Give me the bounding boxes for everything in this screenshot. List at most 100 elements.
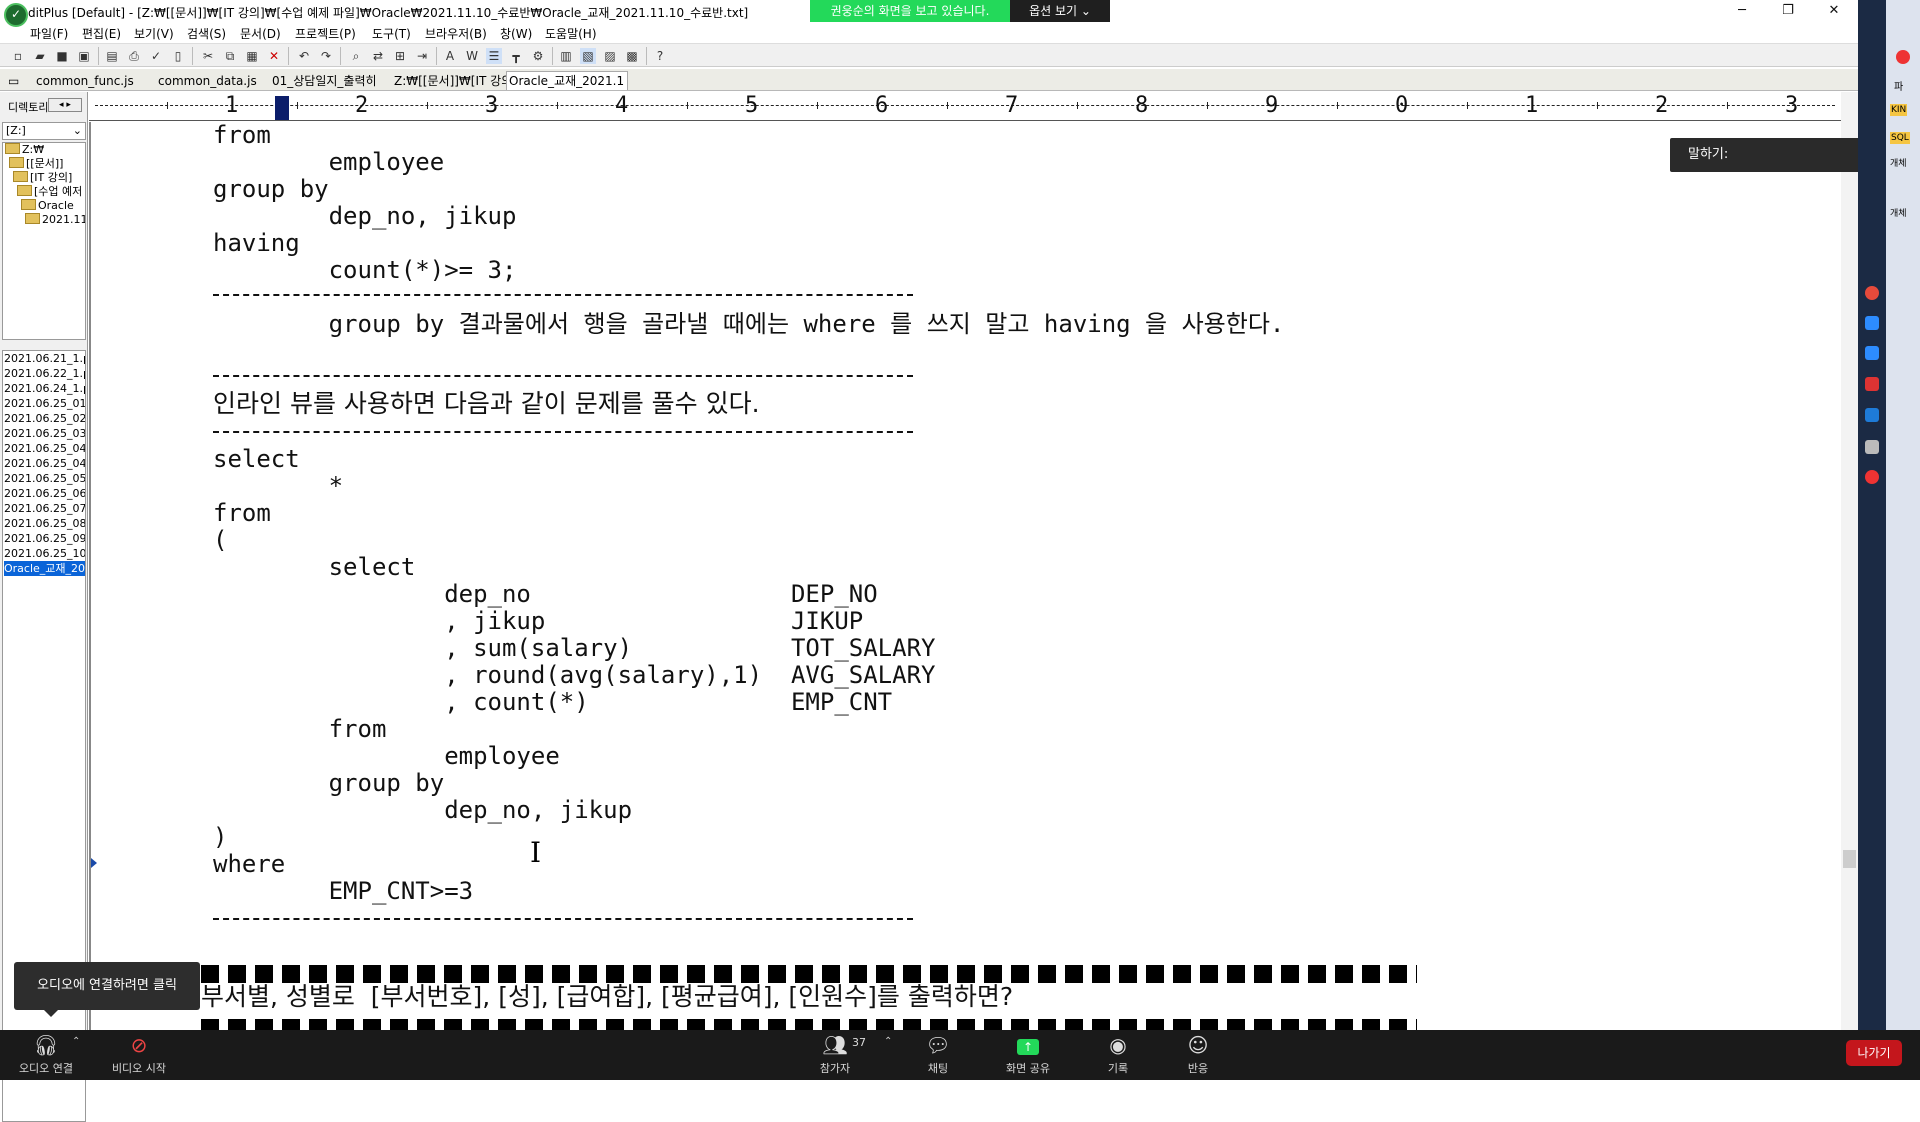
replace-icon[interactable]: ⇄ bbox=[370, 48, 386, 64]
menu-window[interactable]: 창(W) bbox=[500, 25, 532, 42]
vertical-scrollbar[interactable] bbox=[1841, 92, 1858, 1030]
redo-icon[interactable]: ↷ bbox=[318, 48, 334, 64]
print-preview-icon[interactable]: ▤ bbox=[104, 48, 120, 64]
scrollbar-thumb[interactable] bbox=[1843, 850, 1856, 868]
app-icon[interactable] bbox=[1865, 440, 1879, 454]
help-icon[interactable]: ? bbox=[652, 48, 668, 64]
ruler-tick bbox=[947, 102, 948, 109]
view-options-button[interactable]: 옵션 보기 ⌄ bbox=[1010, 0, 1110, 22]
ruler-icon[interactable]: ┳ bbox=[508, 48, 524, 64]
tree-node[interactable]: Z:₩ bbox=[5, 143, 44, 157]
record-button[interactable]: ◉ 기록 bbox=[1098, 1030, 1138, 1076]
code-line: dep_no DEP_NO bbox=[213, 580, 878, 608]
share-screen-button[interactable]: ↑ 화면 공유 bbox=[998, 1030, 1058, 1076]
menu-project[interactable]: 프로젝트(P) bbox=[295, 25, 356, 42]
ruler-tick bbox=[427, 102, 428, 109]
file-item[interactable]: 2021.06.25_10 bbox=[4, 546, 85, 561]
window-tile-icon[interactable]: ▥ bbox=[558, 48, 574, 64]
menu-browser[interactable]: 브라우저(B) bbox=[425, 25, 487, 42]
ruler-number: 1 bbox=[1525, 93, 1539, 118]
file-item[interactable]: 2021.06.25_01 bbox=[4, 396, 85, 411]
tree-node[interactable]: 2021.11 bbox=[25, 213, 85, 227]
menu-view[interactable]: 보기(V) bbox=[134, 25, 174, 42]
file-item[interactable]: 2021.06.25_05 bbox=[4, 471, 85, 486]
ruler-number: 7 bbox=[1005, 93, 1019, 118]
settings-icon[interactable] bbox=[1865, 470, 1879, 484]
save-all-icon[interactable]: ▣ bbox=[76, 48, 92, 64]
tab-common-data[interactable]: common_data.js bbox=[156, 72, 257, 90]
zoom-icon[interactable] bbox=[1865, 316, 1879, 330]
text-editor[interactable]: from employee group by dep_no, jikup hav… bbox=[89, 122, 1841, 1030]
menu-file[interactable]: 파일(F) bbox=[30, 25, 68, 42]
drive-select[interactable]: [Z:] ⌄ bbox=[2, 122, 86, 140]
font-icon[interactable]: A bbox=[442, 48, 458, 64]
menu-edit[interactable]: 편집(E) bbox=[82, 25, 121, 42]
new-file-icon[interactable]: ▫ bbox=[10, 48, 26, 64]
directory-panel: 디렉토리 ◂ ▸ [Z:] ⌄ Z:₩ [[문서]] [IT 강의] [수업 예저… bbox=[0, 92, 88, 1122]
file-item-selected[interactable]: Oracle_교재_20 bbox=[4, 561, 85, 576]
app-icon[interactable] bbox=[1865, 377, 1879, 391]
audio-button[interactable]: 🎧︎ 오디오 연결 bbox=[14, 1030, 78, 1076]
menu-tools[interactable]: 도구(T) bbox=[372, 25, 411, 42]
code-line: dep_no, jikup bbox=[213, 796, 633, 824]
file-item[interactable]: 2021.06.25_02 bbox=[4, 411, 85, 426]
chrome-icon[interactable] bbox=[1865, 286, 1879, 300]
tab-oracle-textbook[interactable]: Oracle_교재_2021.1 bbox=[506, 71, 628, 90]
cut-icon[interactable]: ✂ bbox=[200, 48, 216, 64]
restore-button[interactable]: ❐ bbox=[1768, 0, 1808, 22]
file-item[interactable]: 2021.06.25_09 bbox=[4, 531, 85, 546]
file-item[interactable]: 2021.06.25_08 bbox=[4, 516, 85, 531]
tab-common-func[interactable]: common_func.js bbox=[34, 72, 134, 90]
undo-icon[interactable]: ↶ bbox=[296, 48, 312, 64]
directory-window-icon[interactable]: ▧ bbox=[580, 48, 596, 64]
tree-node[interactable]: [[문서]] bbox=[9, 157, 63, 171]
spellcheck-icon[interactable]: ✓ bbox=[148, 48, 164, 64]
app-shield-icon bbox=[4, 3, 28, 27]
tab-counseling-log[interactable]: 01_상담일지_출력히 bbox=[270, 72, 377, 90]
menu-search[interactable]: 검색(S) bbox=[187, 25, 226, 42]
tree-node[interactable]: Oracle bbox=[21, 199, 74, 213]
chevron-up-icon[interactable]: ⌃ bbox=[884, 1036, 892, 1047]
file-item[interactable]: 2021.06.25_06 bbox=[4, 486, 85, 501]
menu-help[interactable]: 도움말(H) bbox=[545, 25, 597, 42]
file-item[interactable]: 2021.06.21_1.p bbox=[4, 351, 85, 366]
file-item[interactable]: 2021.06.25_04 bbox=[4, 456, 85, 471]
video-button[interactable]: ⊘ 비디오 시작 bbox=[104, 1030, 174, 1076]
line-number-icon[interactable]: ☰ bbox=[486, 48, 502, 64]
leave-button[interactable]: 나가기 bbox=[1846, 1040, 1902, 1066]
file-item[interactable]: 2021.06.25_04 bbox=[4, 441, 85, 456]
code-line: select bbox=[213, 445, 300, 473]
reactions-button[interactable]: ☺ 반응 bbox=[1178, 1030, 1218, 1076]
find-icon[interactable]: ⌕ bbox=[348, 48, 364, 64]
panel-scroll-arrows[interactable]: ◂ ▸ bbox=[48, 98, 82, 112]
cliptext-icon[interactable]: ▩ bbox=[624, 48, 640, 64]
delete-icon[interactable]: ✕ bbox=[266, 48, 282, 64]
zoom-icon[interactable] bbox=[1865, 346, 1879, 360]
minimize-button[interactable]: ─ bbox=[1722, 0, 1762, 22]
preferences-icon[interactable]: ⚙ bbox=[530, 48, 546, 64]
output-window-icon[interactable]: ▨ bbox=[602, 48, 618, 64]
file-item[interactable]: 2021.06.22_1.p bbox=[4, 366, 85, 381]
paste-icon[interactable]: ▦ bbox=[244, 48, 260, 64]
app-icon[interactable] bbox=[1865, 408, 1879, 422]
open-folder-icon[interactable]: ▰ bbox=[32, 48, 48, 64]
tree-node[interactable]: [수업 예저 bbox=[17, 185, 82, 199]
file-item[interactable]: 2021.06.25_07 bbox=[4, 501, 85, 516]
file-item[interactable]: 2021.06.24_1.p bbox=[4, 381, 85, 396]
find-in-files-icon[interactable]: ⊞ bbox=[392, 48, 408, 64]
tab-z-drive-path[interactable]: Z:₩[[문서]]₩[IT 강의 bbox=[392, 72, 512, 90]
save-icon[interactable]: ■ bbox=[54, 48, 70, 64]
tree-node[interactable]: [IT 강의] bbox=[13, 171, 72, 185]
code-line: group by bbox=[213, 769, 445, 797]
goto-icon[interactable]: ⇥ bbox=[414, 48, 430, 64]
menu-document[interactable]: 문서(D) bbox=[240, 25, 281, 42]
word-wrap-icon[interactable]: W bbox=[464, 48, 480, 64]
print-icon[interactable]: ⎙ bbox=[126, 48, 142, 64]
chevron-up-icon[interactable]: ⌃ bbox=[72, 1036, 80, 1047]
side-panel-label: SQL bbox=[1890, 132, 1910, 144]
properties-icon[interactable]: ▯ bbox=[170, 48, 186, 64]
file-item[interactable]: 2021.06.25_03 bbox=[4, 426, 85, 441]
copy-icon[interactable]: ⧉ bbox=[222, 48, 238, 64]
close-button[interactable]: ✕ bbox=[1814, 0, 1854, 22]
chat-button[interactable]: 💬︎ 채팅 bbox=[918, 1030, 958, 1076]
